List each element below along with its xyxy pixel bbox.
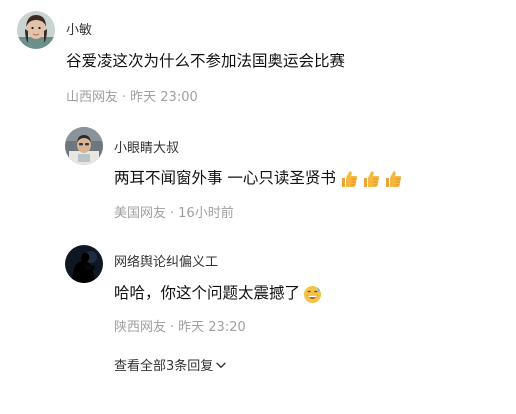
emoji-group (339, 169, 405, 194)
avatar-icon[interactable] (17, 11, 55, 49)
comment-item: 小敏 谷爱凌这次为什么不参加法国奥运会比赛 山西网友 · 昨天 23:00 (0, 0, 516, 118)
view-all-replies-label: 查看全部3条回复 (114, 359, 214, 374)
reply-item: 小眼睛大叔 两耳不闻窗外事 一心只读圣贤书 美国网友 · 16小时前 (0, 118, 516, 236)
avatar-icon[interactable] (65, 245, 103, 283)
comment-username[interactable]: 小敏 (66, 23, 92, 39)
reply-text: 两耳不闻窗外事 一心只读圣贤书 (114, 168, 405, 194)
reply-text-content: 哈哈，你这个问题太震撼了 (114, 284, 301, 302)
meta-separator: · (170, 206, 175, 221)
reply-meta: 陕西网友 · 昨天 23:20 (114, 320, 246, 336)
comment-location: 山西网友 (66, 90, 119, 105)
thumbs-up-emoji (383, 169, 403, 194)
thumbs-up-emoji (339, 169, 359, 194)
comment-time: 昨天 23:00 (130, 90, 198, 105)
reply-username[interactable]: 小眼睛大叔 (114, 141, 179, 157)
reply-location: 美国网友 (114, 206, 167, 221)
emoji-group (303, 285, 324, 309)
reply-text: 哈哈，你这个问题太震撼了 (114, 283, 324, 309)
grinning-sweat-emoji (303, 285, 322, 309)
reply-username[interactable]: 网络舆论纠偏义工 (114, 255, 218, 271)
reply-location: 陕西网友 (114, 320, 167, 335)
meta-separator: · (170, 320, 175, 335)
avatar-icon[interactable] (65, 127, 103, 165)
reply-text-content: 两耳不闻窗外事 一心只读圣贤书 (114, 169, 336, 187)
reply-time: 昨天 23:20 (178, 320, 246, 335)
chevron-down-icon (216, 358, 226, 374)
reply-time: 16小时前 (178, 206, 234, 221)
thumbs-up-emoji (361, 169, 381, 194)
comment-meta: 山西网友 · 昨天 23:00 (66, 90, 198, 106)
comment-text: 谷爱凌这次为什么不参加法国奥运会比赛 (66, 52, 346, 70)
reply-item: 网络舆论纠偏义工 哈哈，你这个问题太震撼了 陕西网友 · 昨天 23:20 (0, 236, 516, 348)
reply-meta: 美国网友 · 16小时前 (114, 206, 234, 222)
comment-thread: 小敏 谷爱凌这次为什么不参加法国奥运会比赛 山西网友 · 昨天 23:00 小眼睛大… (0, 0, 516, 414)
meta-separator: · (122, 90, 127, 105)
view-all-replies-button[interactable]: 查看全部3条回复 (114, 358, 226, 375)
